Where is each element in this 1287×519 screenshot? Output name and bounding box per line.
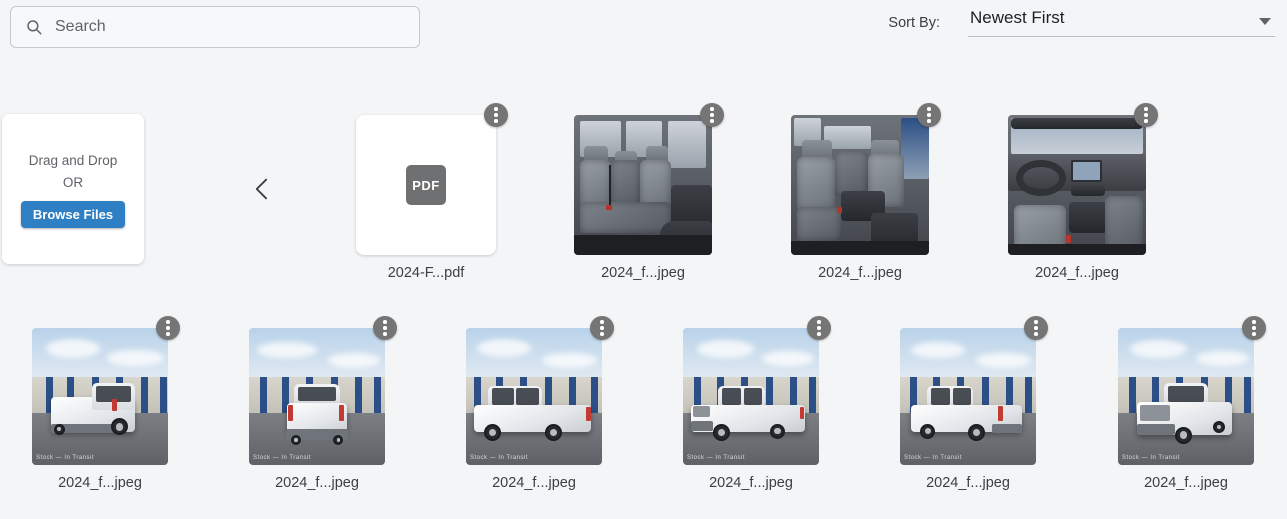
- file-card[interactable]: Stock — In Transit 2024_f...jpeg: [466, 316, 614, 491]
- file-menu-button[interactable]: [373, 316, 397, 340]
- image-watermark: Stock — In Transit: [904, 455, 963, 461]
- sort-control: Sort By: Newest First: [888, 8, 1275, 37]
- file-card[interactable]: Stock — In Transit 2024_f...jpeg: [249, 316, 397, 491]
- sort-by-label: Sort By:: [888, 15, 940, 31]
- interior-rear-seats-image: [574, 115, 712, 255]
- file-thumbnail-pdf[interactable]: PDF: [356, 115, 496, 255]
- exterior-rear-right-image: Stock — In Transit: [32, 328, 168, 465]
- file-card[interactable]: 2024_f...jpeg: [791, 103, 941, 281]
- exterior-front-right-image: Stock — In Transit: [1118, 328, 1254, 465]
- file-thumbnail-image[interactable]: Stock — In Transit: [249, 328, 385, 465]
- file-thumbnail-image[interactable]: Stock — In Transit: [900, 328, 1036, 465]
- file-card[interactable]: PDF 2024-F...pdf: [356, 103, 508, 281]
- sort-selected-value: Newest First: [970, 8, 1065, 27]
- exterior-rear-left-image: Stock — In Transit: [900, 328, 1036, 465]
- toolbar: Sort By: Newest First: [0, 0, 1287, 56]
- file-menu-button[interactable]: [1242, 316, 1266, 340]
- dropzone-card[interactable]: Drag and Drop OR Browse Files: [2, 114, 144, 264]
- exterior-rear-image: Stock — In Transit: [249, 328, 385, 465]
- file-menu-button[interactable]: [156, 316, 180, 340]
- file-menu-button[interactable]: [590, 316, 614, 340]
- interior-dashboard-image: [1008, 115, 1146, 255]
- image-watermark: Stock — In Transit: [253, 455, 312, 461]
- file-caption: 2024_f...jpeg: [926, 475, 1010, 491]
- file-menu-button[interactable]: [700, 103, 724, 127]
- interior-front-seats-image: [791, 115, 929, 255]
- search-input[interactable]: [55, 18, 405, 36]
- dropzone-line-2: OR: [62, 174, 84, 190]
- file-card[interactable]: Stock — In Transit 2024_f...jpeg: [683, 316, 831, 491]
- file-menu-button[interactable]: [1134, 103, 1158, 127]
- file-thumbnail-image[interactable]: [791, 115, 929, 255]
- search-icon: [27, 20, 42, 35]
- file-caption: 2024_f...jpeg: [275, 475, 359, 491]
- file-thumbnail-image[interactable]: Stock — In Transit: [1118, 328, 1254, 465]
- file-card[interactable]: Stock — In Transit 2024_f...jpeg: [1118, 316, 1266, 491]
- file-thumbnail-image[interactable]: [1008, 115, 1146, 255]
- image-watermark: Stock — In Transit: [36, 455, 95, 461]
- file-caption: 2024_f...jpeg: [1144, 475, 1228, 491]
- chevron-left-icon[interactable]: [248, 172, 276, 206]
- file-thumbnail-image[interactable]: [574, 115, 712, 255]
- file-caption: 2024_f...jpeg: [818, 265, 902, 281]
- file-menu-button[interactable]: [917, 103, 941, 127]
- search-box[interactable]: [10, 6, 420, 48]
- file-card[interactable]: 2024_f...jpeg: [574, 103, 724, 281]
- file-caption: 2024-F...pdf: [387, 265, 465, 281]
- image-watermark: Stock — In Transit: [1122, 455, 1181, 461]
- exterior-front-left-image: Stock — In Transit: [683, 328, 819, 465]
- file-card[interactable]: Stock — In Transit 2024_f...jpeg: [32, 316, 180, 491]
- file-card[interactable]: 2024_f...jpeg: [1008, 103, 1158, 281]
- browse-files-button[interactable]: Browse Files: [20, 200, 126, 228]
- file-caption: 2024_f...jpeg: [492, 475, 576, 491]
- file-card[interactable]: Stock — In Transit 2024_f...jpeg: [900, 316, 1048, 491]
- file-thumbnail-image[interactable]: Stock — In Transit: [683, 328, 819, 465]
- file-menu-button[interactable]: [807, 316, 831, 340]
- file-caption: 2024_f...jpeg: [1035, 265, 1119, 281]
- image-watermark: Stock — In Transit: [687, 455, 746, 461]
- sort-select[interactable]: Newest First: [968, 8, 1275, 37]
- pdf-badge: PDF: [406, 165, 446, 205]
- exterior-side-image: Stock — In Transit: [466, 328, 602, 465]
- file-menu-button[interactable]: [1024, 316, 1048, 340]
- file-caption: 2024_f...jpeg: [709, 475, 793, 491]
- file-manager-page: Sort By: Newest First Drag and Drop OR B…: [0, 0, 1287, 519]
- image-watermark: Stock — In Transit: [470, 455, 529, 461]
- file-caption: 2024_f...jpeg: [601, 265, 685, 281]
- file-menu-button[interactable]: [484, 103, 508, 127]
- file-thumbnail-image[interactable]: Stock — In Transit: [32, 328, 168, 465]
- file-thumbnail-image[interactable]: Stock — In Transit: [466, 328, 602, 465]
- file-caption: 2024_f...jpeg: [58, 475, 142, 491]
- file-grid-row-2: Stock — In Transit 2024_f...jpeg Stock —…: [0, 316, 1287, 517]
- chevron-down-icon: [1259, 18, 1271, 25]
- dropzone-line-1: Drag and Drop: [28, 152, 118, 168]
- file-grid-row-1: Drag and Drop OR Browse Files PDF 2024-F…: [0, 103, 1287, 300]
